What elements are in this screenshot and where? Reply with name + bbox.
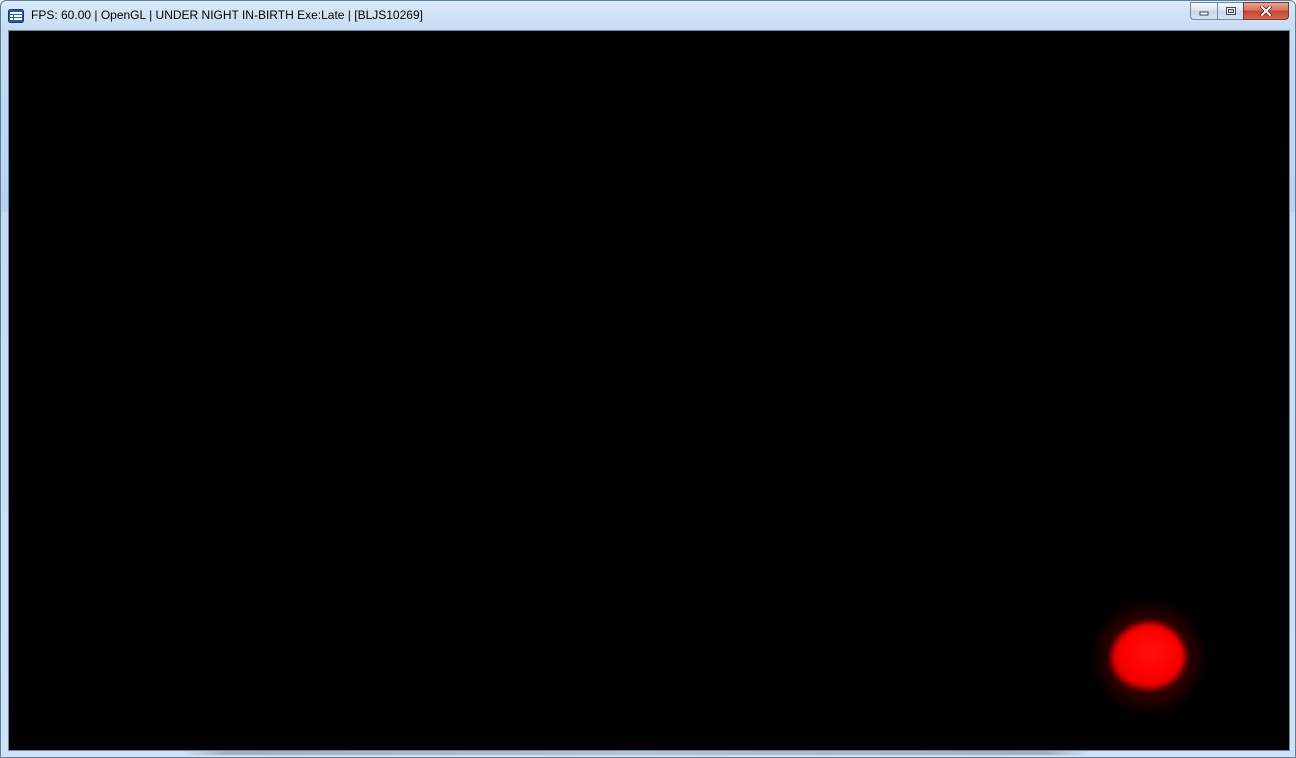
- close-icon: [1260, 6, 1272, 16]
- minimize-button[interactable]: [1190, 2, 1217, 20]
- maximize-button[interactable]: [1217, 2, 1243, 20]
- caption-buttons: [1190, 2, 1289, 21]
- minimize-icon: [1199, 11, 1209, 16]
- close-button[interactable]: [1243, 2, 1289, 20]
- game-viewport[interactable]: [8, 30, 1290, 751]
- title-bar[interactable]: FPS: 60.00 | OpenGL | UNDER NIGHT IN-BIR…: [1, 1, 1295, 29]
- window-bottom-edge: [181, 751, 1091, 755]
- maximize-icon: [1225, 7, 1236, 15]
- window-title: FPS: 60.00 | OpenGL | UNDER NIGHT IN-BIR…: [31, 8, 423, 22]
- emulator-window: FPS: 60.00 | OpenGL | UNDER NIGHT IN-BIR…: [0, 0, 1296, 758]
- rpcs3-window-icon[interactable]: [8, 8, 24, 24]
